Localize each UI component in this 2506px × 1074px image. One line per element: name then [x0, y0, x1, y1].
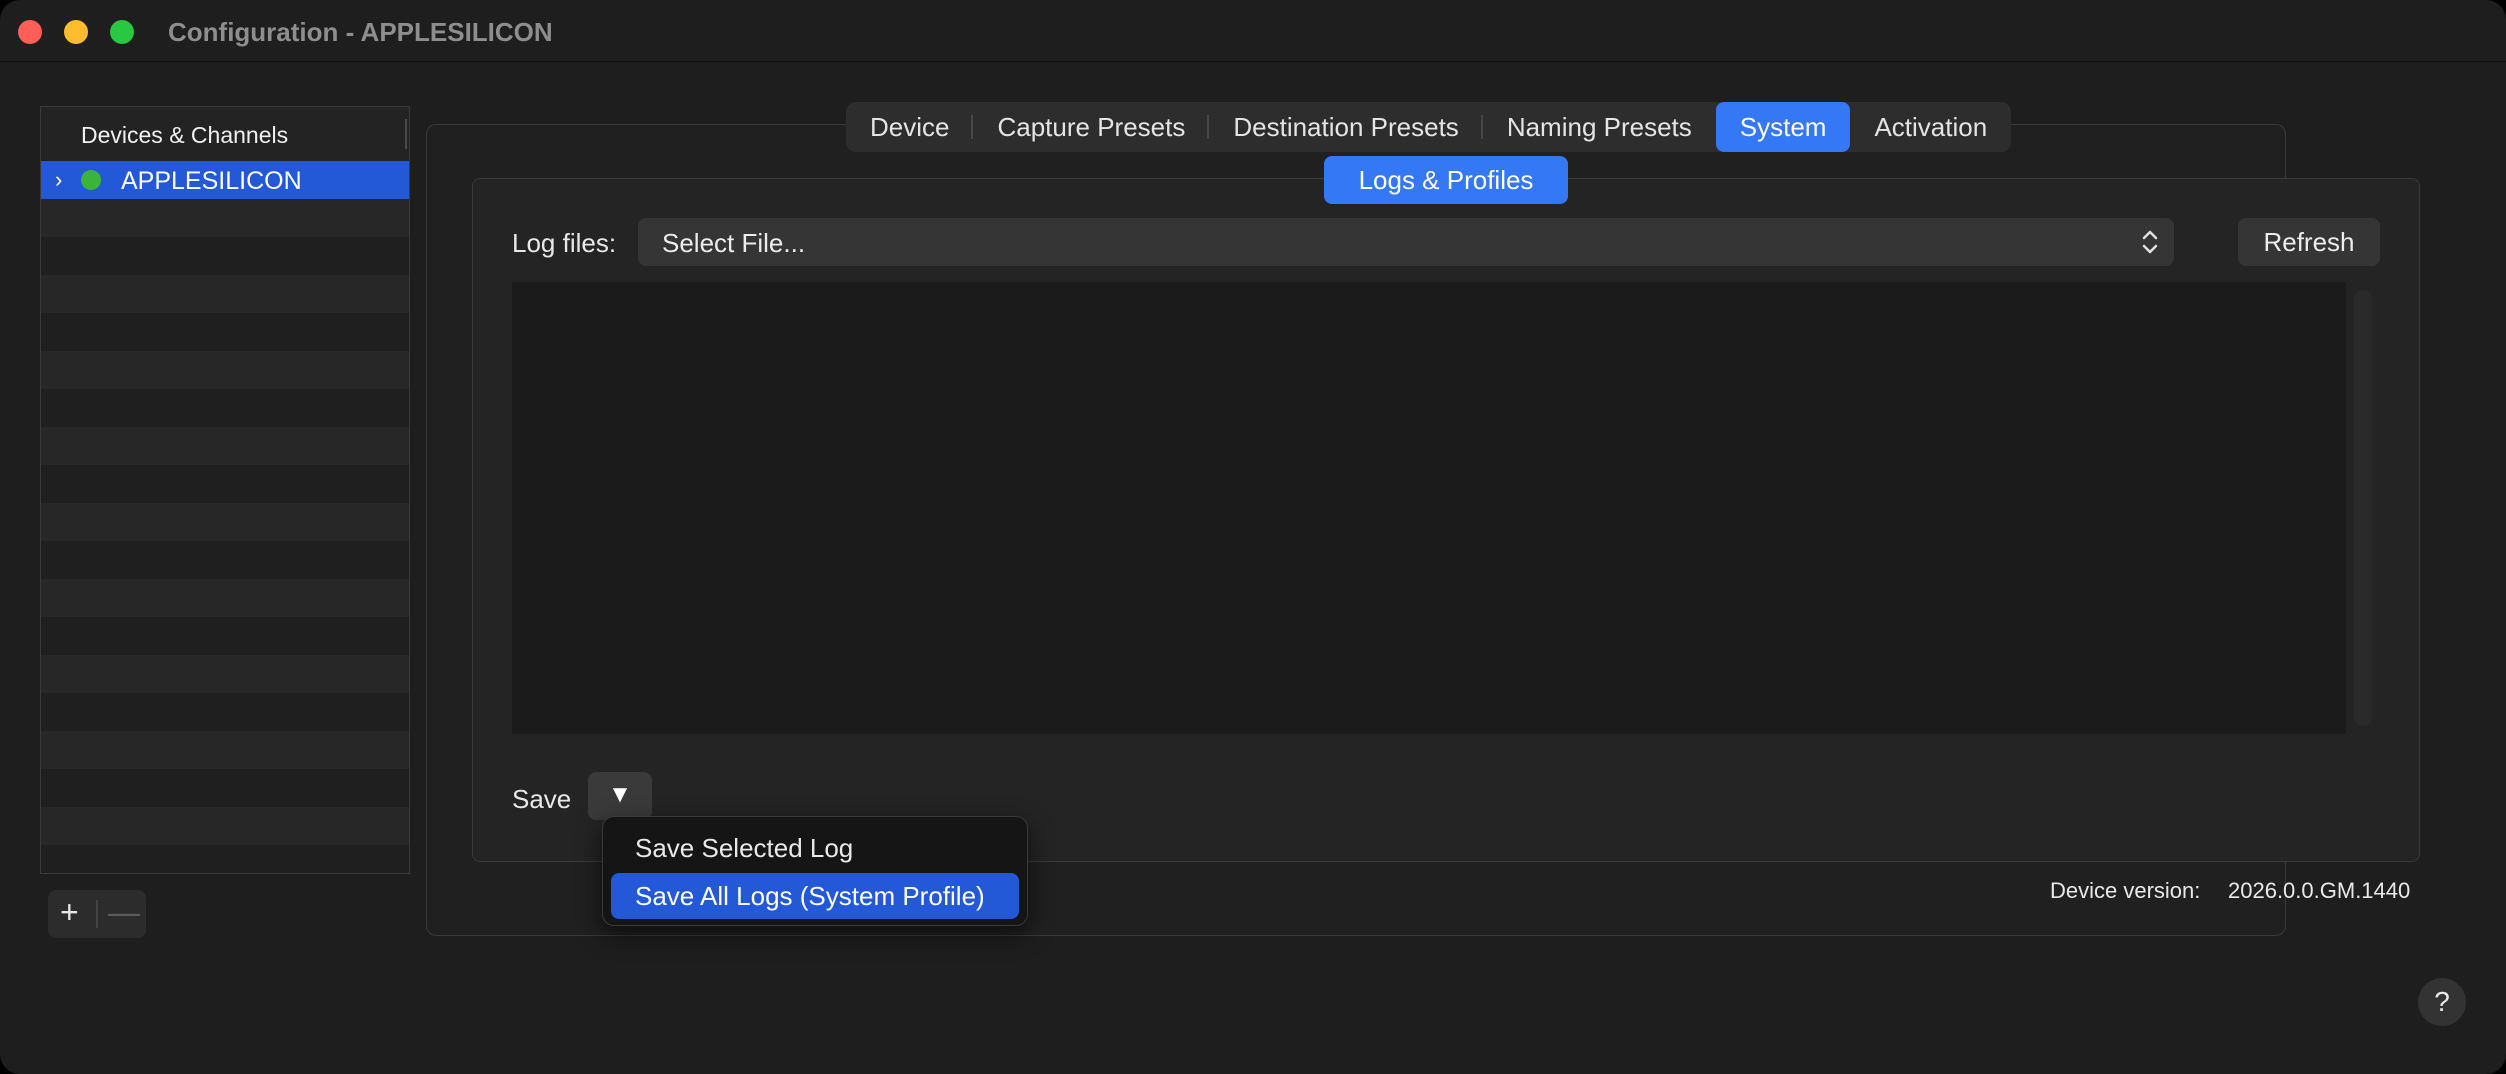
log-file-select[interactable]: Select File...: [638, 218, 2174, 266]
empty-row: [41, 617, 409, 655]
empty-row: [41, 427, 409, 465]
empty-row: [41, 655, 409, 693]
help-button[interactable]: ?: [2418, 978, 2466, 1026]
tab-destination-presets[interactable]: Destination Presets: [1209, 102, 1484, 152]
sidebar-item-applesilicon[interactable]: › APPLESILICON: [41, 161, 409, 199]
empty-row: [41, 807, 409, 845]
add-device-button[interactable]: +: [60, 894, 79, 931]
save-menu: Save Selected Log Save All Logs (System …: [602, 816, 1028, 926]
log-files-label: Log files:: [512, 228, 617, 258]
empty-row: [41, 541, 409, 579]
tab-logs-profiles[interactable]: Logs & Profiles: [1324, 156, 1568, 204]
empty-row: [41, 693, 409, 731]
empty-row: [41, 237, 409, 275]
empty-row: [41, 313, 409, 351]
devices-sidebar: Devices & Channels › APPLESILICON: [40, 106, 410, 874]
sidebar-header: Devices & Channels: [41, 107, 409, 161]
minimize-window-button[interactable]: [64, 20, 88, 44]
save-label: Save: [512, 784, 572, 814]
configuration-window: Configuration - APPLESILICON Devices & C…: [0, 0, 2506, 1074]
empty-row: [41, 275, 409, 313]
empty-row: [41, 199, 409, 237]
empty-row: [41, 845, 409, 873]
status-online-icon: [81, 170, 101, 190]
zoom-window-button[interactable]: [110, 20, 134, 44]
refresh-button[interactable]: Refresh: [2238, 218, 2380, 266]
empty-row: [41, 389, 409, 427]
empty-row: [41, 579, 409, 617]
updown-chevron-icon: [2142, 230, 2158, 254]
log-scrollbar[interactable]: [2354, 290, 2372, 726]
chevron-right-icon[interactable]: ›: [55, 167, 62, 193]
empty-row: [41, 465, 409, 503]
column-divider: [405, 119, 407, 149]
empty-row: [41, 731, 409, 769]
log-file-select-value: Select File...: [662, 228, 806, 258]
remove-device-button[interactable]: —: [108, 894, 140, 931]
save-dropdown-button[interactable]: ▼: [588, 772, 652, 820]
tab-naming-presets[interactable]: Naming Presets: [1483, 102, 1716, 152]
device-version-value: 2026.0.0.GM.1440: [2228, 878, 2411, 903]
tab-system[interactable]: System: [1715, 102, 1851, 152]
tab-capture-presets[interactable]: Capture Presets: [973, 102, 1210, 152]
sidebar-item-label: APPLESILICON: [121, 167, 302, 195]
empty-row: [41, 351, 409, 389]
tab-bar: Device Capture Presets Destination Prese…: [846, 102, 2012, 152]
menu-item-save-selected-log[interactable]: Save Selected Log: [611, 825, 1019, 871]
tab-device[interactable]: Device: [846, 102, 974, 152]
sidebar-header-label: Devices & Channels: [81, 122, 289, 148]
add-remove-control: + —: [48, 890, 146, 938]
window-title: Configuration - APPLESILICON: [168, 17, 553, 47]
tab-activation[interactable]: Activation: [1850, 102, 2011, 152]
empty-row: [41, 769, 409, 807]
close-window-button[interactable]: [18, 20, 42, 44]
device-version-label: Device version:: [2050, 878, 2201, 903]
title-bar: Configuration - APPLESILICON: [0, 0, 2506, 62]
divider: [96, 900, 98, 928]
menu-item-save-all-logs[interactable]: Save All Logs (System Profile): [611, 873, 1019, 919]
empty-row: [41, 503, 409, 541]
log-text-area[interactable]: [512, 282, 2346, 734]
